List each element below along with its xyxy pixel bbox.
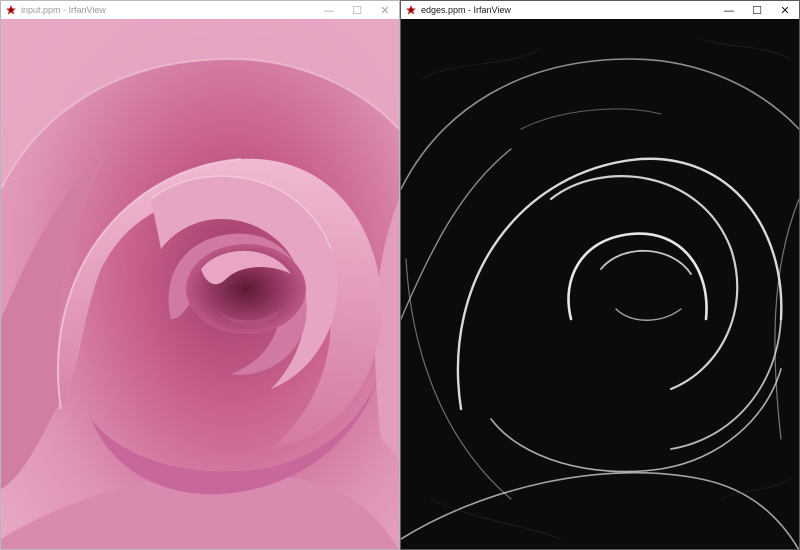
irfanview-icon[interactable] — [403, 2, 419, 18]
image-canvas-input[interactable] — [1, 19, 399, 549]
minimize-icon[interactable]: — — [315, 1, 343, 19]
close-icon[interactable]: ✕ — [771, 1, 799, 19]
window-title: edges.ppm - IrfanView — [421, 5, 511, 15]
maximize-icon[interactable]: ☐ — [743, 1, 771, 19]
irfanview-icon[interactable] — [3, 2, 19, 18]
window-title: input.ppm - IrfanView — [21, 5, 106, 15]
window-edges[interactable]: edges.ppm - IrfanView — ☐ ✕ — [400, 0, 800, 550]
window-input[interactable]: input.ppm - IrfanView — ☐ ✕ — [0, 0, 400, 550]
title-bar[interactable]: edges.ppm - IrfanView — ☐ ✕ — [401, 1, 799, 19]
rose-image — [1, 19, 399, 549]
title-bar[interactable]: input.ppm - IrfanView — ☐ ✕ — [1, 1, 399, 19]
edges-image — [401, 19, 799, 549]
close-icon[interactable]: ✕ — [371, 1, 399, 19]
maximize-icon[interactable]: ☐ — [343, 1, 371, 19]
image-canvas-edges[interactable] — [401, 19, 799, 549]
minimize-icon[interactable]: — — [715, 1, 743, 19]
